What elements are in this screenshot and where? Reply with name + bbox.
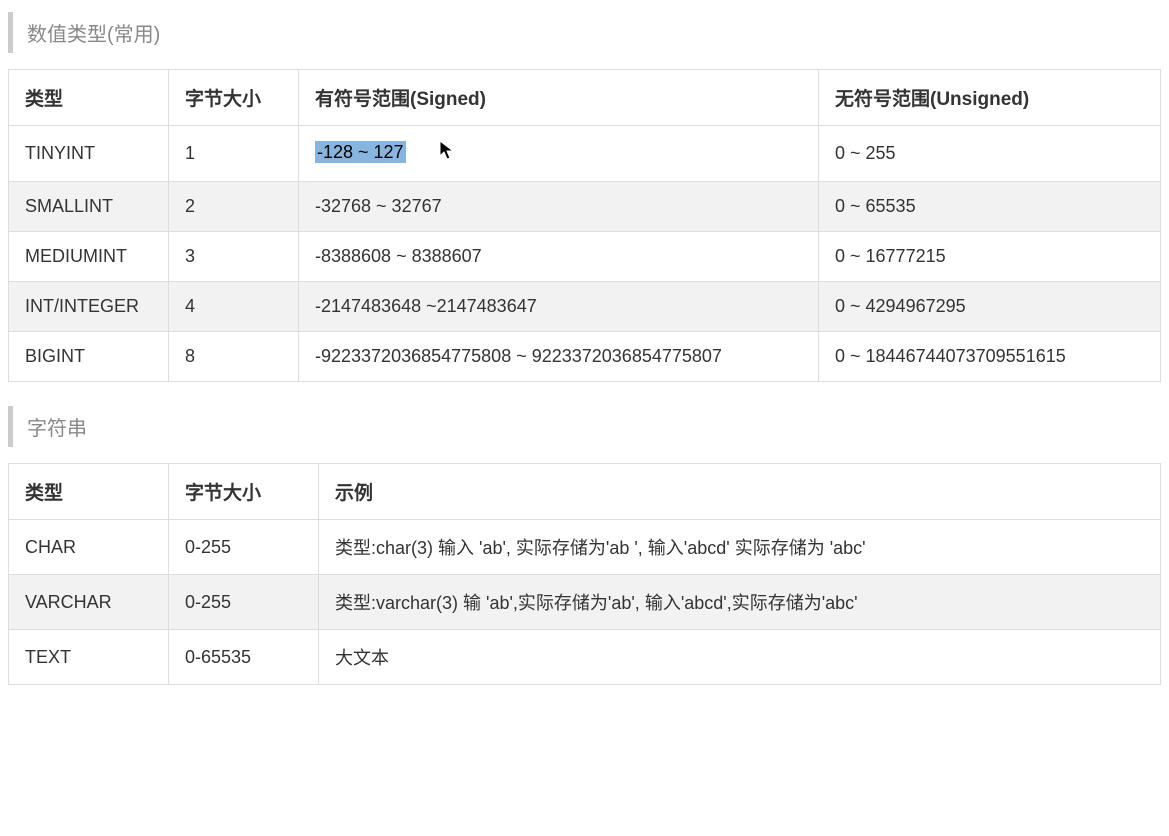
numeric-header-bytes: 字节大小 (169, 70, 299, 126)
cell-type: CHAR (9, 520, 169, 575)
cell-bytes: 0-255 (169, 520, 319, 575)
cell-bytes: 8 (169, 332, 299, 382)
cell-unsigned: 0 ~ 255 (819, 126, 1161, 182)
string-types-table: 类型 字节大小 示例 CHAR 0-255 类型:char(3) 输入 'ab'… (8, 463, 1161, 685)
cell-type: SMALLINT (9, 182, 169, 232)
cell-unsigned: 0 ~ 18446744073709551615 (819, 332, 1161, 382)
numeric-types-table: 类型 字节大小 有符号范围(Signed) 无符号范围(Unsigned) TI… (8, 69, 1161, 382)
cell-example: 大文本 (319, 630, 1161, 685)
numeric-section-title: 数值类型(常用) (8, 12, 1161, 53)
cell-example: 类型:varchar(3) 输 'ab',实际存储为'ab', 输入'abcd'… (319, 575, 1161, 630)
string-header-type: 类型 (9, 464, 169, 520)
table-row: SMALLINT 2 -32768 ~ 32767 0 ~ 65535 (9, 182, 1161, 232)
highlighted-text: -128 ~ 127 (315, 141, 406, 163)
string-header-example: 示例 (319, 464, 1161, 520)
numeric-header-signed: 有符号范围(Signed) (299, 70, 819, 126)
cell-type: BIGINT (9, 332, 169, 382)
cell-bytes: 1 (169, 126, 299, 182)
string-section-title: 字符串 (8, 406, 1161, 447)
cell-example: 类型:char(3) 输入 'ab', 实际存储为'ab ', 输入'abcd'… (319, 520, 1161, 575)
table-row: CHAR 0-255 类型:char(3) 输入 'ab', 实际存储为'ab … (9, 520, 1161, 575)
cell-type: INT/INTEGER (9, 282, 169, 332)
cell-bytes: 3 (169, 232, 299, 282)
cell-unsigned: 0 ~ 16777215 (819, 232, 1161, 282)
table-row: INT/INTEGER 4 -2147483648 ~2147483647 0 … (9, 282, 1161, 332)
cell-signed: -2147483648 ~2147483647 (299, 282, 819, 332)
table-row: MEDIUMINT 3 -8388608 ~ 8388607 0 ~ 16777… (9, 232, 1161, 282)
cell-bytes: 2 (169, 182, 299, 232)
table-row: TINYINT 1 -128 ~ 127 0 ~ 255 (9, 126, 1161, 182)
cell-unsigned: 0 ~ 4294967295 (819, 282, 1161, 332)
string-header-bytes: 字节大小 (169, 464, 319, 520)
cell-type: MEDIUMINT (9, 232, 169, 282)
table-row: VARCHAR 0-255 类型:varchar(3) 输 'ab',实际存储为… (9, 575, 1161, 630)
cell-type: VARCHAR (9, 575, 169, 630)
numeric-header-type: 类型 (9, 70, 169, 126)
cell-signed: -9223372036854775808 ~ 92233720368547758… (299, 332, 819, 382)
cell-signed: -8388608 ~ 8388607 (299, 232, 819, 282)
cell-type: TINYINT (9, 126, 169, 182)
cell-unsigned: 0 ~ 65535 (819, 182, 1161, 232)
cell-type: TEXT (9, 630, 169, 685)
table-row: BIGINT 8 -9223372036854775808 ~ 92233720… (9, 332, 1161, 382)
cell-signed: -128 ~ 127 (299, 126, 819, 182)
cursor-icon (439, 140, 455, 167)
cell-bytes: 4 (169, 282, 299, 332)
cell-signed: -32768 ~ 32767 (299, 182, 819, 232)
cell-bytes: 0-65535 (169, 630, 319, 685)
cell-bytes: 0-255 (169, 575, 319, 630)
table-row: TEXT 0-65535 大文本 (9, 630, 1161, 685)
numeric-header-unsigned: 无符号范围(Unsigned) (819, 70, 1161, 126)
